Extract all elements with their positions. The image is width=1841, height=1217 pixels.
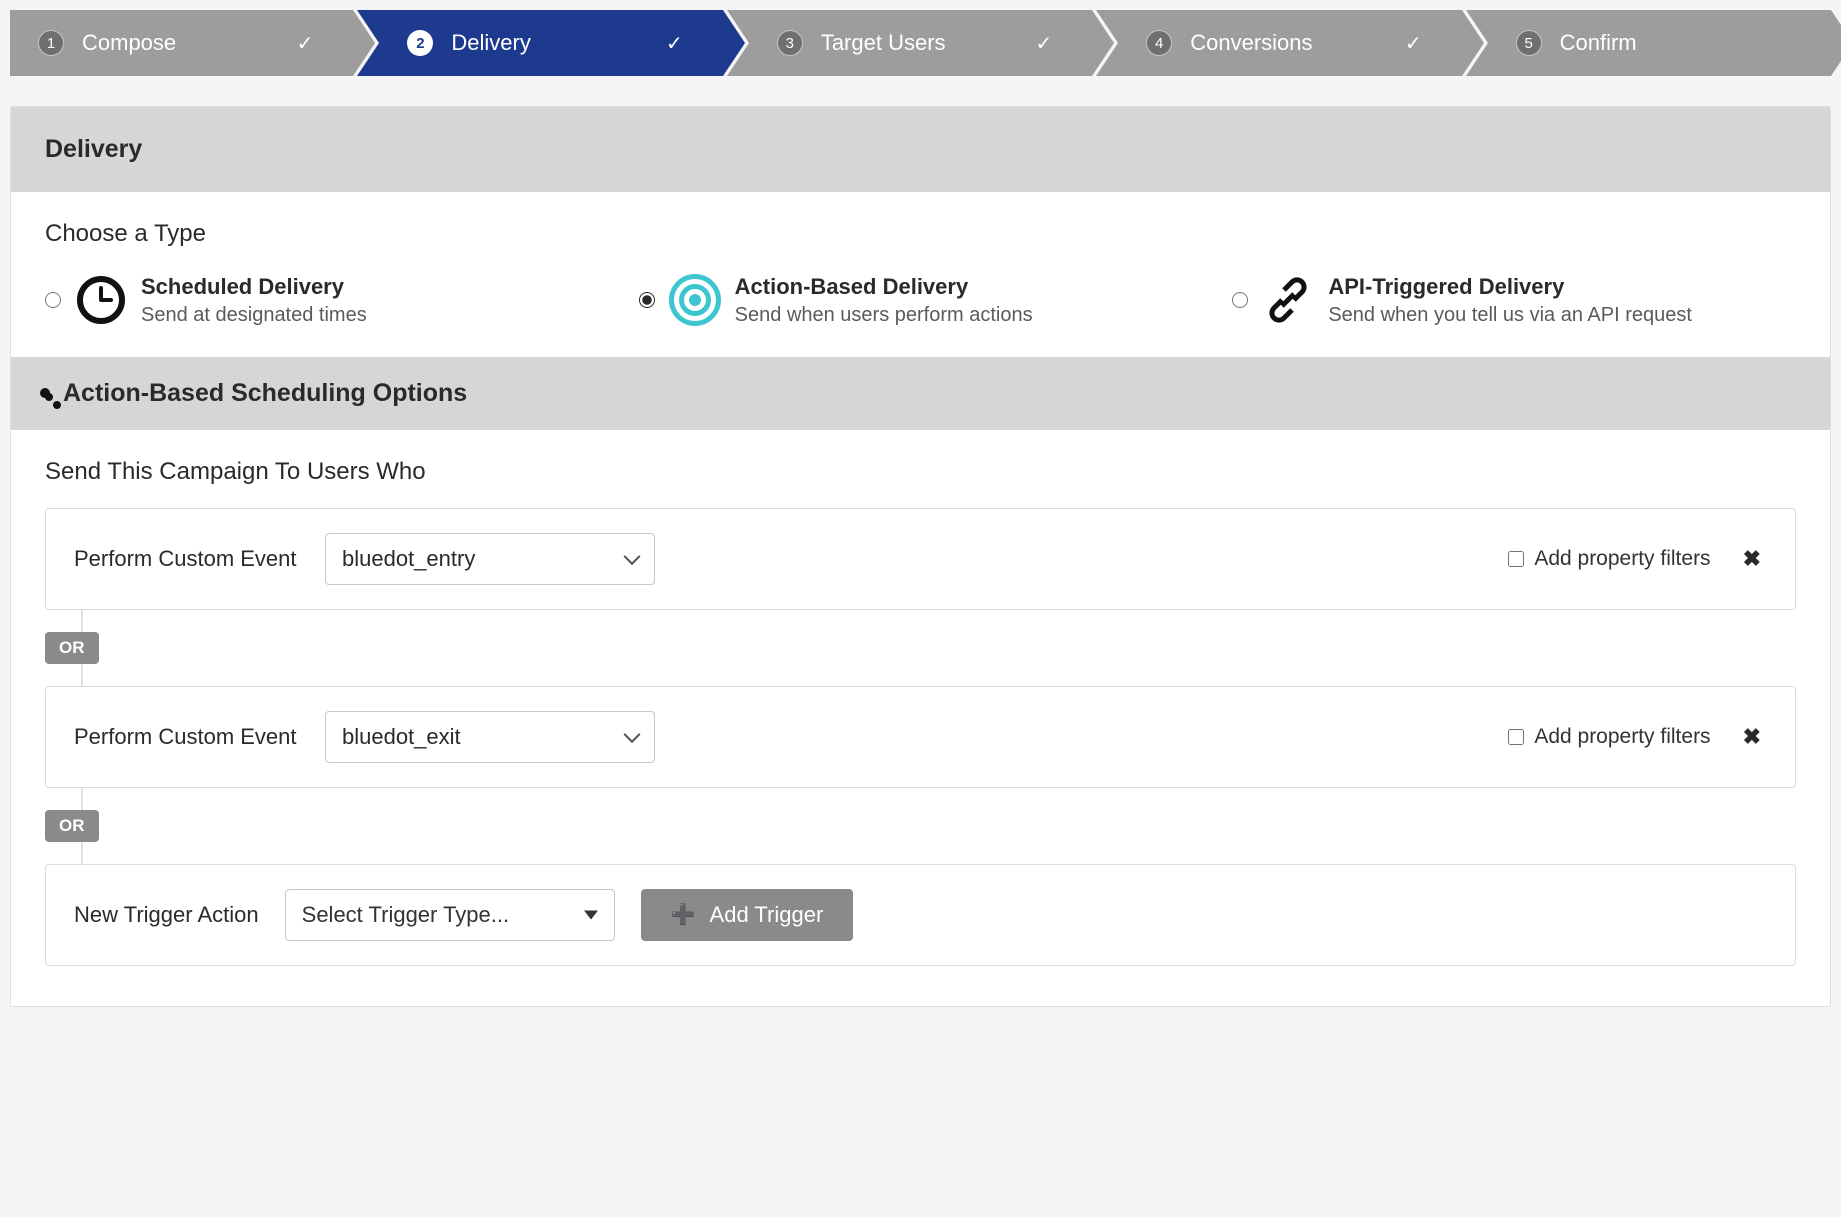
type-title: Scheduled Delivery — [141, 272, 367, 302]
step-delivery[interactable]: 2 Delivery ✓ — [357, 10, 722, 76]
chain-icon — [1262, 274, 1314, 326]
delivery-panel: Delivery Choose a Type Scheduled Deliver… — [10, 106, 1831, 1007]
add-property-filters[interactable]: Add property filters — [1508, 547, 1710, 571]
target-icon — [669, 274, 721, 326]
or-separator: OR — [45, 632, 99, 664]
type-subtitle: Send at designated times — [141, 302, 367, 329]
step-number: 4 — [1146, 30, 1172, 56]
step-label: Conversions — [1190, 30, 1312, 56]
type-action-based[interactable]: Action-Based Delivery Send when users pe… — [639, 272, 1203, 329]
panel-title: Delivery — [11, 107, 1830, 192]
type-subtitle: Send when users perform actions — [735, 302, 1033, 329]
add-trigger-label: Add Trigger — [710, 902, 824, 928]
step-conversions[interactable]: 4 Conversions ✓ — [1096, 10, 1461, 76]
check-icon: ✓ — [666, 31, 683, 56]
type-subtitle: Send when you tell us via an API request — [1328, 302, 1692, 329]
add-property-filters-checkbox[interactable] — [1508, 729, 1524, 745]
clock-icon — [75, 274, 127, 326]
plus-icon: ➕ — [671, 902, 696, 927]
trigger-event-select[interactable]: bluedot_exit — [325, 711, 655, 763]
remove-trigger-icon[interactable]: ✖ — [1737, 540, 1767, 578]
trigger-card: Perform Custom Event bluedot_entry Add p… — [45, 508, 1796, 610]
type-title: Action-Based Delivery — [735, 272, 1033, 302]
or-separator: OR — [45, 810, 99, 842]
type-scheduled[interactable]: Scheduled Delivery Send at designated ti… — [45, 272, 609, 329]
trigger-label: Perform Custom Event — [74, 724, 299, 750]
new-trigger-card: New Trigger Action Select Trigger Type..… — [45, 864, 1796, 966]
add-property-filters-checkbox[interactable] — [1508, 551, 1524, 567]
trigger-type-select[interactable]: Select Trigger Type... — [285, 889, 615, 941]
trigger-event-select[interactable]: bluedot_entry — [325, 533, 655, 585]
type-api-radio[interactable] — [1232, 292, 1248, 308]
step-label: Compose — [82, 30, 176, 56]
add-property-filters-label: Add property filters — [1534, 547, 1710, 571]
scheduling-options-title: Action-Based Scheduling Options — [63, 379, 467, 408]
step-label: Delivery — [451, 30, 530, 56]
wizard-steps: 1 Compose ✓ 2 Delivery ✓ 3 Target Users … — [10, 10, 1831, 76]
type-action-radio[interactable] — [639, 292, 655, 308]
new-trigger-label: New Trigger Action — [74, 902, 259, 928]
step-number: 1 — [38, 30, 64, 56]
choose-type-heading: Choose a Type — [45, 220, 1796, 248]
remove-trigger-icon[interactable]: ✖ — [1737, 718, 1767, 756]
add-trigger-button[interactable]: ➕ Add Trigger — [641, 889, 854, 941]
step-number: 3 — [777, 30, 803, 56]
step-compose[interactable]: 1 Compose ✓ — [10, 10, 353, 76]
add-property-filters[interactable]: Add property filters — [1508, 725, 1710, 749]
send-campaign-heading: Send This Campaign To Users Who — [45, 458, 1796, 486]
step-number: 2 — [407, 30, 433, 56]
step-label: Confirm — [1560, 30, 1637, 56]
select-value: bluedot_exit — [342, 724, 461, 750]
type-api-triggered[interactable]: API-Triggered Delivery Send when you tel… — [1232, 272, 1796, 329]
scheduling-options-header: Action-Based Scheduling Options — [11, 357, 1830, 430]
step-label: Target Users — [821, 30, 946, 56]
check-icon: ✓ — [1035, 31, 1052, 56]
step-confirm[interactable]: 5 Confirm — [1466, 10, 1831, 76]
type-scheduled-radio[interactable] — [45, 292, 61, 308]
trigger-label: Perform Custom Event — [74, 546, 299, 572]
select-value: bluedot_entry — [342, 546, 475, 572]
type-title: API-Triggered Delivery — [1328, 272, 1692, 302]
add-property-filters-label: Add property filters — [1534, 725, 1710, 749]
step-target-users[interactable]: 3 Target Users ✓ — [727, 10, 1092, 76]
check-icon: ✓ — [297, 31, 314, 56]
step-number: 5 — [1516, 30, 1542, 56]
select-placeholder: Select Trigger Type... — [302, 902, 509, 928]
trigger-card: Perform Custom Event bluedot_exit Add pr… — [45, 686, 1796, 788]
check-icon: ✓ — [1405, 31, 1422, 56]
